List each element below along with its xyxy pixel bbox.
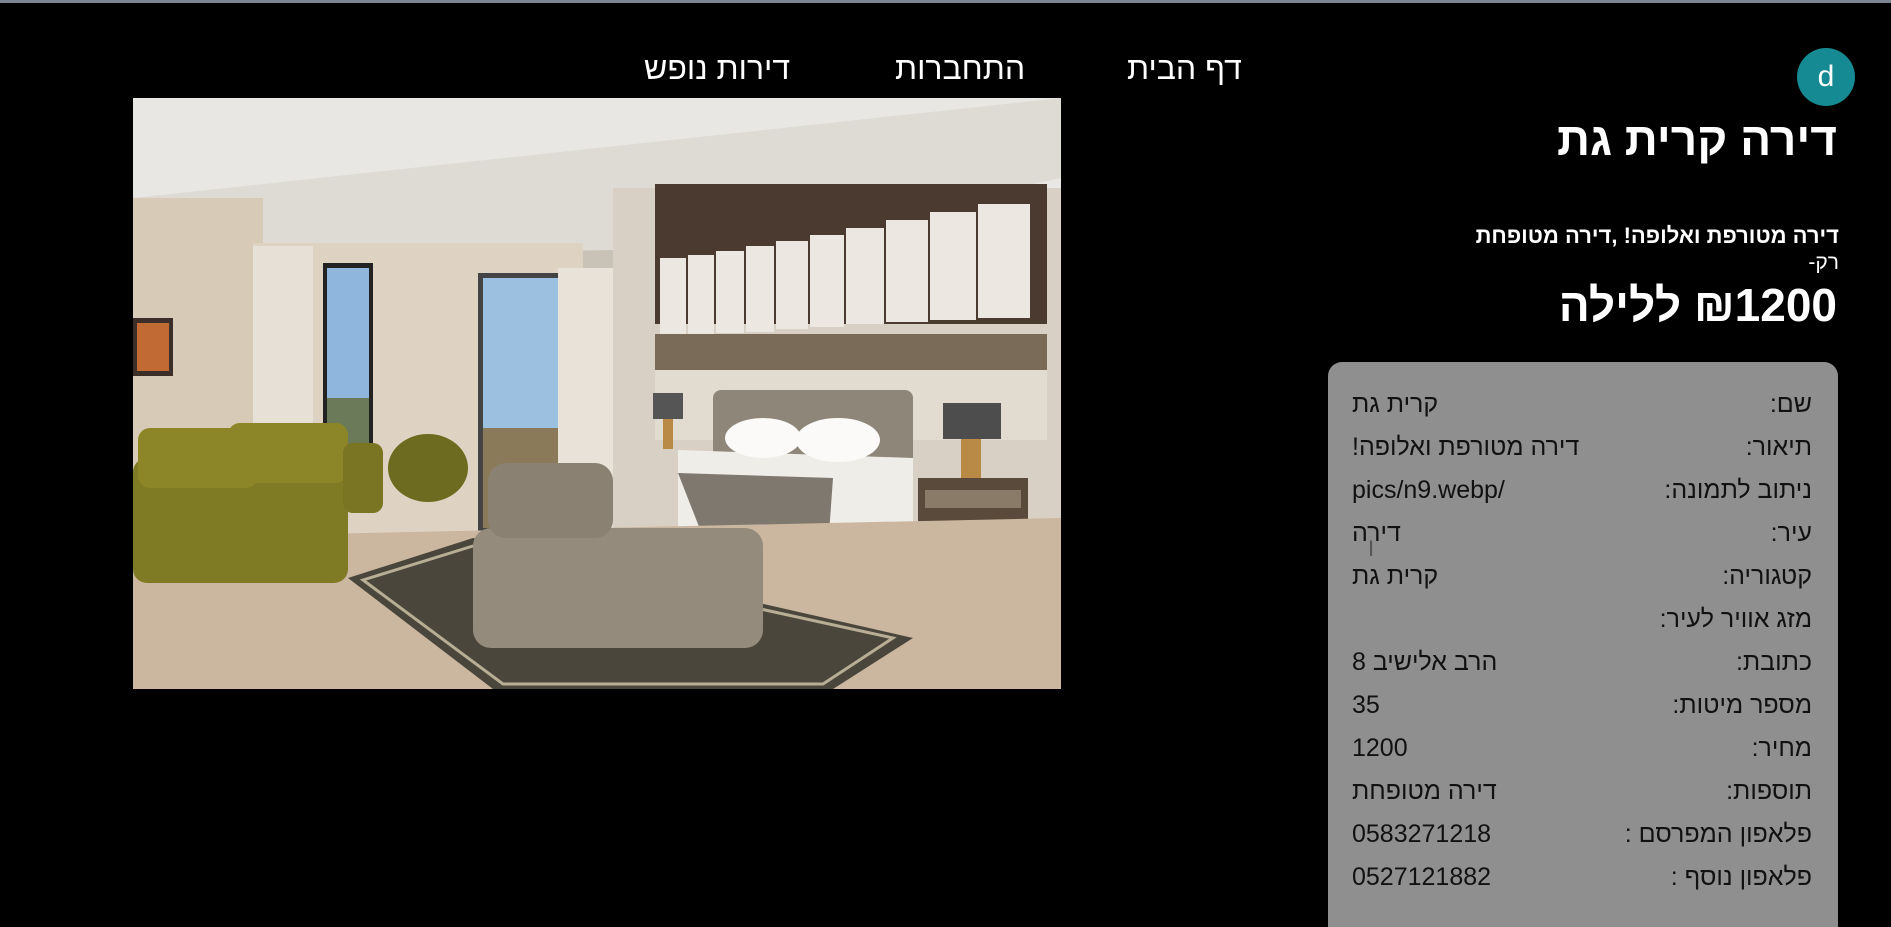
detail-value: קרית גת	[1352, 390, 1439, 418]
detail-row-extra-phone: פלאפון נוסף : 0527121882	[1328, 863, 1838, 903]
main-nav: דף הבית התחברות דירות נופש	[600, 50, 1260, 94]
detail-label: מחיר:	[1751, 734, 1812, 762]
detail-value: קרית גת	[1352, 562, 1439, 590]
detail-row-category: קטגוריה: קרית גת	[1328, 562, 1838, 602]
browser-top-strip	[0, 0, 1891, 3]
detail-row-price: מחיר: 1200	[1328, 734, 1838, 774]
detail-label: תוספות:	[1726, 777, 1812, 805]
detail-label: עיר:	[1770, 519, 1812, 547]
detail-value: 0583271218	[1352, 820, 1492, 848]
detail-value: 35	[1352, 691, 1380, 719]
detail-label: פלאפון המפרסם :	[1624, 820, 1812, 848]
detail-value: pics/n9.webp/	[1352, 476, 1505, 504]
detail-value: 0527121882	[1352, 863, 1492, 891]
detail-row-image-path: ניתוב לתמונה: pics/n9.webp/	[1328, 476, 1838, 516]
price-prefix: רק-	[1808, 251, 1839, 274]
detail-row-extras: תוספות: דירה מטופחת	[1328, 777, 1838, 817]
nav-vacation-apartments-link[interactable]: דירות נופש	[644, 50, 790, 87]
detail-value: דירה מטופחת	[1352, 777, 1497, 805]
detail-label: כתובת:	[1735, 648, 1812, 676]
user-avatar[interactable]: d	[1797, 48, 1855, 106]
detail-label: שם:	[1769, 390, 1812, 418]
listing-title: דירה קרית גת	[1556, 113, 1837, 165]
page: דף הבית התחברות דירות נופש d דירה קרית ג…	[0, 0, 1891, 927]
details-card: שם: קרית גת תיאור: דירה מטורפת ואלופה! נ…	[1328, 362, 1838, 927]
text-cursor-icon: I	[1368, 536, 1375, 561]
detail-value: 1200	[1352, 734, 1408, 762]
detail-row-name: שם: קרית גת	[1328, 390, 1838, 430]
detail-row-address: כתובת: הרב אלישיב 8	[1328, 648, 1838, 688]
listing-price: ₪1200 ללילה	[1558, 279, 1837, 331]
apartment-photo	[133, 98, 1061, 689]
detail-row-city: עיר: דירה	[1328, 519, 1838, 559]
detail-value: דירה מטורפת ואלופה!	[1352, 433, 1580, 461]
detail-label: ניתוב לתמונה:	[1664, 476, 1812, 504]
detail-row-description: תיאור: דירה מטורפת ואלופה!	[1328, 433, 1838, 473]
nav-login-link[interactable]: התחברות	[895, 50, 1025, 87]
detail-label: מספר מיטות:	[1672, 691, 1812, 719]
nav-home-link[interactable]: דף הבית	[1127, 50, 1242, 87]
detail-row-advertiser-phone: פלאפון המפרסם : 0583271218	[1328, 820, 1838, 860]
detail-label: קטגוריה:	[1722, 562, 1812, 590]
detail-row-weather: מזג אוויר לעיר:	[1328, 605, 1838, 645]
detail-label: מזג אוויר לעיר:	[1659, 605, 1812, 633]
detail-label: פלאפון נוסף :	[1670, 863, 1812, 891]
listing-subtitle: דירה מטורפת ואלופה! ,דירה מטופחת	[1475, 223, 1839, 248]
detail-row-beds: מספר מיטות: 35	[1328, 691, 1838, 731]
detail-label: תיאור:	[1745, 433, 1812, 461]
detail-value: הרב אלישיב 8	[1352, 648, 1498, 676]
